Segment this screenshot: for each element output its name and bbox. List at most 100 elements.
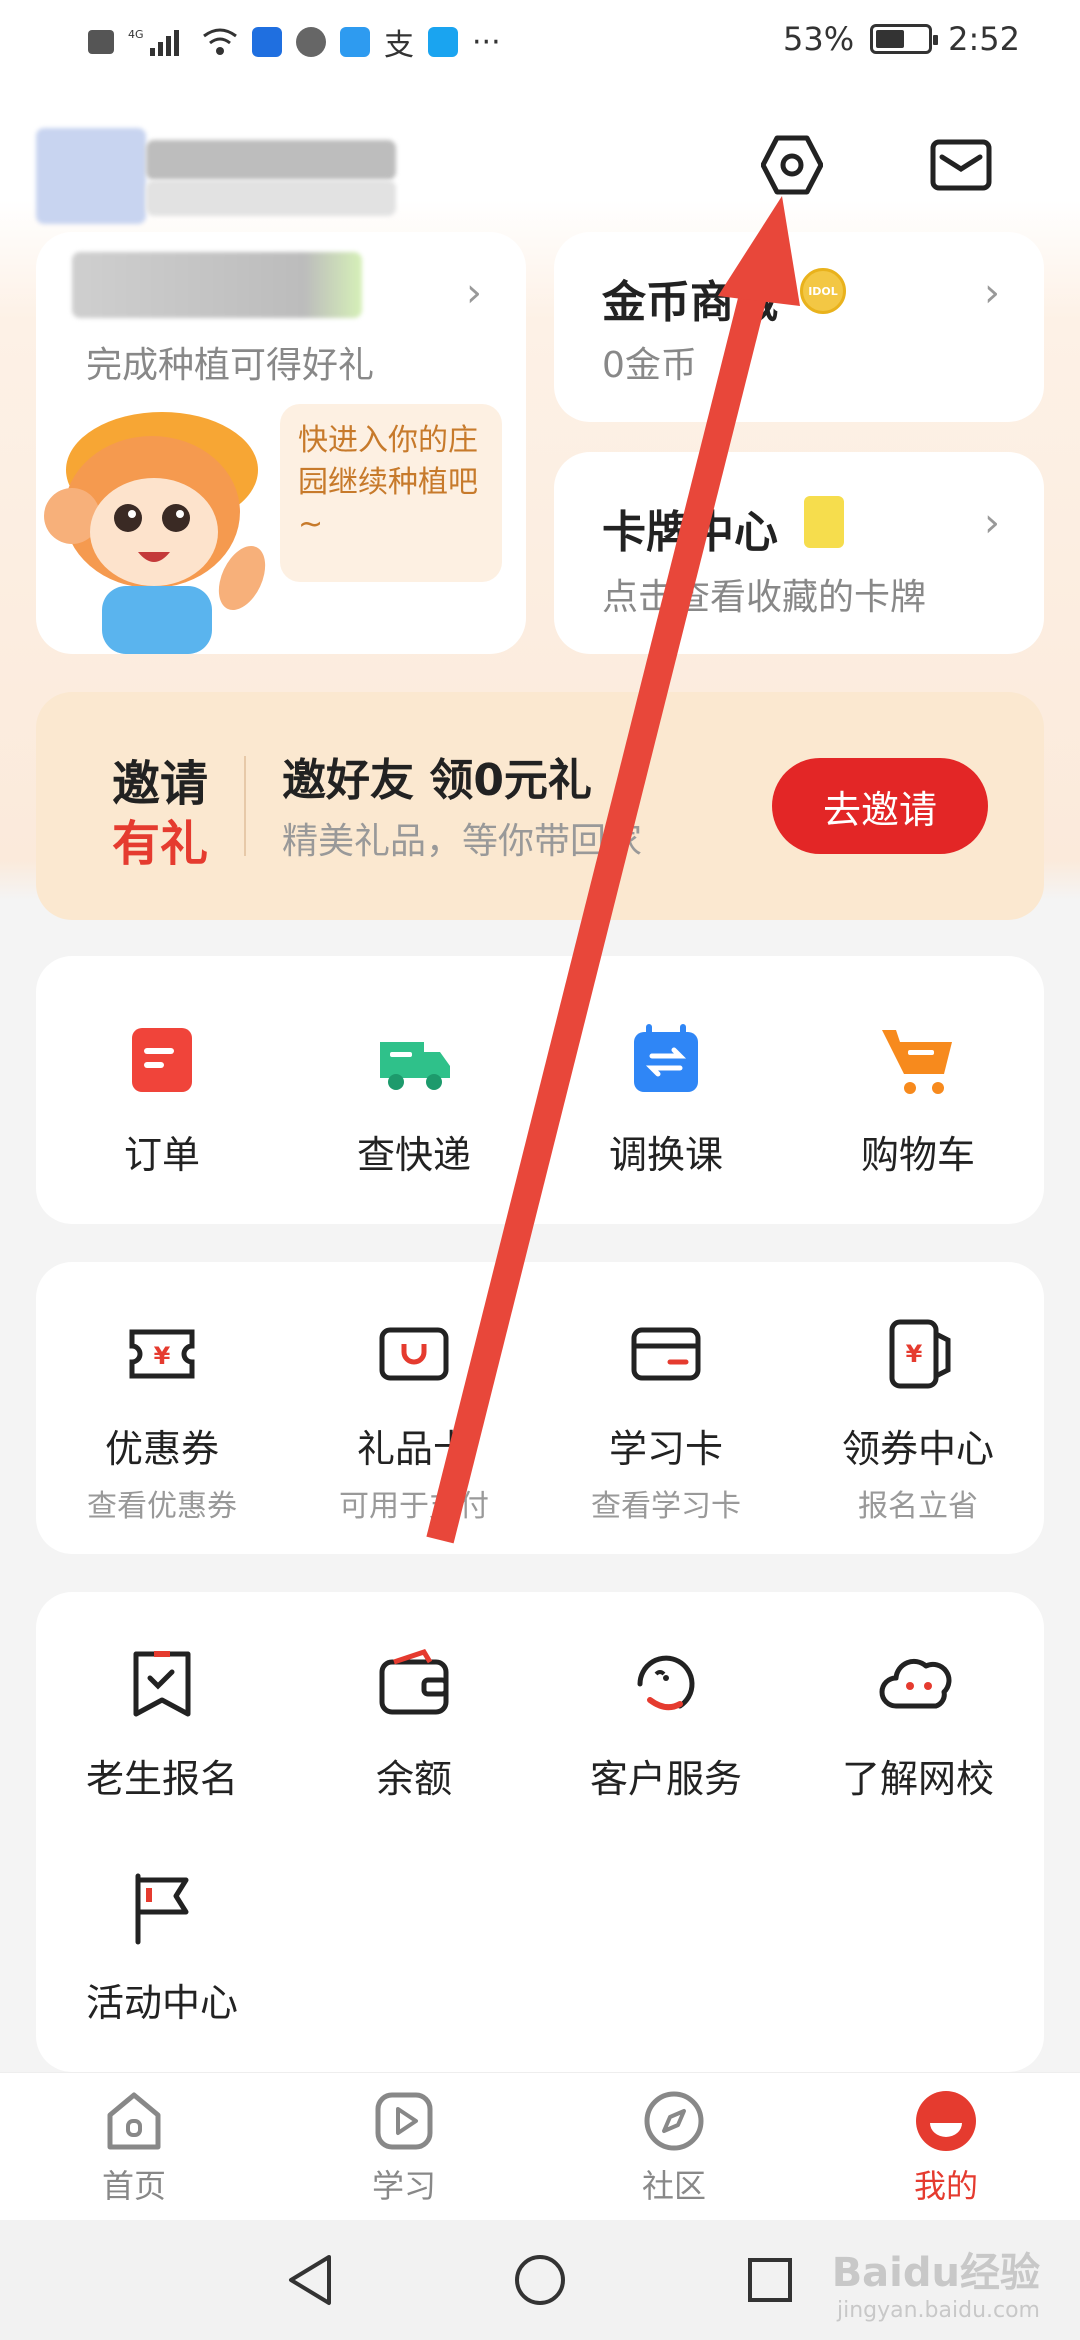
alipay-icon: 支 xyxy=(384,28,414,63)
play-icon xyxy=(375,2092,433,2150)
coupon-center-label: 领券中心 xyxy=(841,1427,994,1471)
avatar-blurred xyxy=(36,128,146,224)
invite-label-2: 有礼 xyxy=(112,816,209,872)
activity-center-label: 活动中心 xyxy=(85,1981,238,2025)
delivery-truck-icon xyxy=(380,1042,450,1090)
tab-mine-label: 我的 xyxy=(913,2167,978,2205)
about-school-item[interactable]: 了解网校 xyxy=(792,1644,1044,1803)
swap-course-item[interactable]: 调换课 xyxy=(540,1020,792,1179)
coupon-center-icon: ¥ xyxy=(889,1319,951,1389)
wifi-icon xyxy=(203,28,237,55)
order-label: 订单 xyxy=(123,1133,200,1177)
customer-service-label: 客户服务 xyxy=(589,1757,742,1801)
wallet-icon xyxy=(379,1648,449,1715)
settings-button[interactable] xyxy=(757,130,827,200)
swap-course-icon xyxy=(634,1024,698,1092)
recent-apps-button[interactable] xyxy=(740,2250,800,2310)
home-icon xyxy=(107,2092,161,2150)
order-item[interactable]: 订单 xyxy=(36,1020,288,1179)
tab-mine[interactable]: 我的 xyxy=(876,2089,1016,2207)
bookmark-check-icon xyxy=(133,1651,191,1717)
compass-icon xyxy=(644,2091,704,2151)
tab-community-label: 社区 xyxy=(641,2167,706,2205)
study-card-label: 学习卡 xyxy=(608,1427,723,1471)
tab-community[interactable]: 社区 xyxy=(604,2089,744,2207)
monkey-mascot-icon xyxy=(44,412,266,654)
balance-label: 余额 xyxy=(375,1757,452,1801)
more-icon: ··· xyxy=(472,24,501,60)
old-student-signup-item[interactable]: 老生报名 xyxy=(36,1644,288,1803)
idol-coin-icon: IDOL xyxy=(800,268,846,314)
tab-study[interactable]: 学习 xyxy=(334,2089,474,2207)
status-bar: 4G 支 ··· 53% 2:52 xyxy=(0,0,1080,82)
cart-icon xyxy=(882,1030,952,1094)
chevron-right-icon: › xyxy=(466,270,482,316)
chevron-right-icon: › xyxy=(984,270,1000,316)
signal-icon: 4G xyxy=(128,28,179,56)
quick-actions-card: 订单 查快递 调换课 购物车 xyxy=(36,956,1044,1224)
cloud-app-icon xyxy=(340,27,370,57)
tab-home[interactable]: 首页 xyxy=(64,2089,204,2207)
coupon-center-sub: 报名立省 xyxy=(858,1489,978,1524)
coupon-sub: 查看优惠券 xyxy=(87,1489,237,1524)
swap-course-label: 调换课 xyxy=(608,1133,723,1177)
gift-card-item[interactable]: 礼品卡 可用于支付 xyxy=(288,1314,540,1525)
balance-item[interactable]: 余额 xyxy=(288,1644,540,1803)
battery-percent: 53% xyxy=(783,20,855,58)
old-student-signup-label: 老生报名 xyxy=(85,1757,238,1801)
activity-center-item[interactable]: 活动中心 xyxy=(36,1868,288,2027)
svg-text:4G: 4G xyxy=(128,28,144,41)
card-gold-icon xyxy=(804,496,844,548)
message-button[interactable] xyxy=(926,130,996,200)
svg-text:¥: ¥ xyxy=(154,1342,171,1370)
coupon-icon: ¥ xyxy=(129,1329,195,1379)
hd-icon xyxy=(88,30,114,54)
bulb-app-icon xyxy=(252,27,282,57)
watermark-brand: Baidu经验 xyxy=(831,2250,1040,2296)
battery-icon xyxy=(870,24,939,54)
invite-button[interactable]: 去邀请 xyxy=(772,758,988,854)
coin-shop-title: 金币商城 xyxy=(602,277,778,328)
username-blurred xyxy=(146,140,396,180)
coupon-item[interactable]: ¥ 优惠券 查看优惠券 xyxy=(36,1314,288,1525)
card-center-title: 卡牌中心 xyxy=(602,507,778,558)
cart-item[interactable]: 购物车 xyxy=(792,1020,1044,1179)
customer-service-icon xyxy=(637,1655,695,1711)
customer-service-item[interactable]: 客户服务 xyxy=(540,1644,792,1803)
coin-balance: 0金币 xyxy=(602,345,697,386)
coupon-center-item[interactable]: ¥ 领券中心 报名立省 xyxy=(792,1314,1044,1525)
gift-card-icon xyxy=(379,1327,449,1381)
cloud-face-icon xyxy=(879,1658,952,1709)
divider xyxy=(244,756,246,856)
profile-icon xyxy=(916,2091,976,2151)
coupon-label: 优惠券 xyxy=(104,1427,219,1471)
cart-label: 购物车 xyxy=(860,1133,975,1177)
flag-icon xyxy=(135,1873,189,1945)
farm-card[interactable]: › 完成种植可得好礼 快进入你的庄园继续种植吧~ xyxy=(36,232,526,654)
study-card-sub: 查看学习卡 xyxy=(591,1489,741,1524)
card-center-subtitle: 点击查看收藏的卡牌 xyxy=(602,577,927,618)
home-nav-button[interactable] xyxy=(510,2250,570,2310)
search-app-icon xyxy=(428,27,458,57)
back-button[interactable] xyxy=(280,2250,340,2310)
card-center-card[interactable]: 卡牌中心 › 点击查看收藏的卡牌 xyxy=(554,452,1044,654)
gift-card-sub: 可用于支付 xyxy=(339,1489,489,1524)
mail-icon xyxy=(930,139,992,191)
invite-subtitle: 精美礼品，等你带回家 xyxy=(282,821,643,862)
coin-shop-card[interactable]: 金币商城 IDOL › 0金币 xyxy=(554,232,1044,422)
delivery-item[interactable]: 查快递 xyxy=(288,1020,540,1179)
username-blurred-2 xyxy=(146,180,396,216)
bottom-tab-bar: 首页 学习 社区 我的 xyxy=(0,2072,1080,2220)
watermark-url: jingyan.baidu.com xyxy=(836,2298,1040,2323)
farm-bubble: 快进入你的庄园继续种植吧~ xyxy=(280,404,502,582)
study-card-item[interactable]: 学习卡 查看学习卡 xyxy=(540,1314,792,1525)
order-icon xyxy=(132,1028,192,1092)
clock: 2:52 xyxy=(948,20,1020,58)
services-card: 老生报名 余额 客户服务 了解网校 活动中心 xyxy=(36,1592,1044,2072)
invite-banner[interactable]: 邀请 有礼 邀好友 领0元礼 精美礼品，等你带回家 去邀请 xyxy=(36,692,1044,920)
wallet-cards-card: ¥ 优惠券 查看优惠券 礼品卡 可用于支付 学习卡 查看学习卡 ¥ 领券中心 报… xyxy=(36,1262,1044,1554)
status-left: 4G 支 ··· xyxy=(88,20,501,64)
recent-apps-icon xyxy=(748,2258,792,2302)
settings-hex-icon xyxy=(761,135,823,195)
delivery-label: 查快递 xyxy=(356,1133,471,1177)
